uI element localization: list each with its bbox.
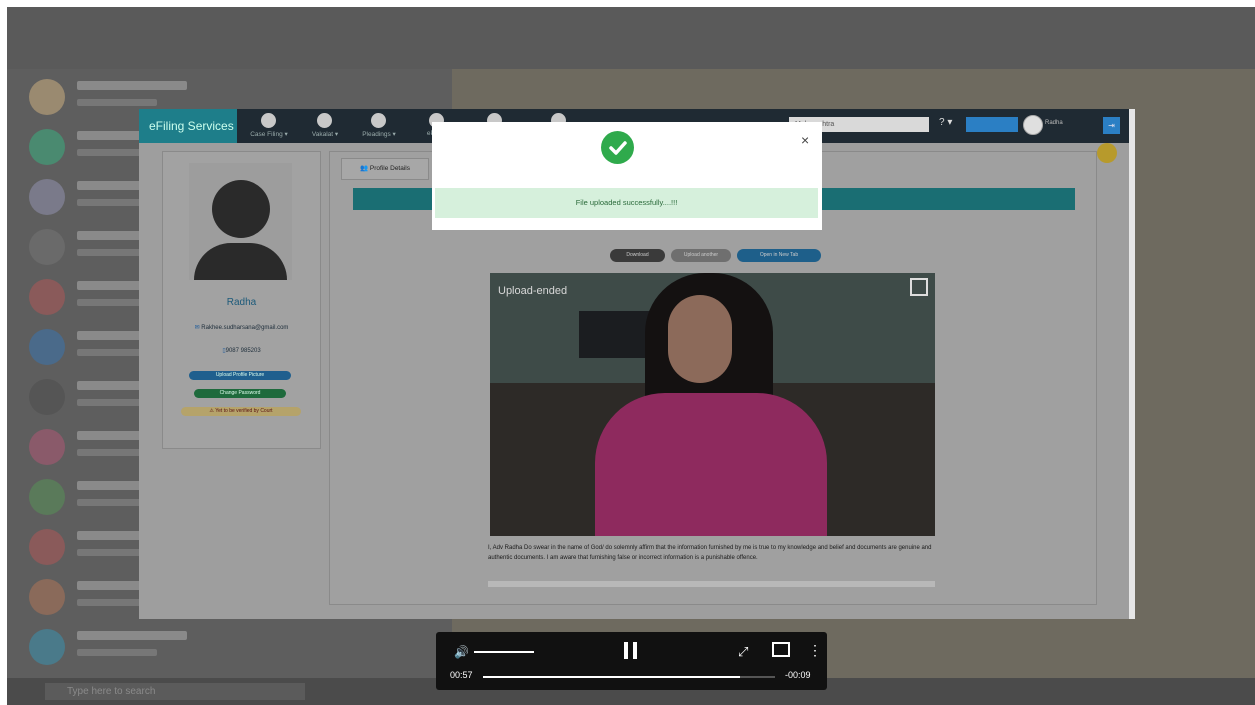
desktop-frame: eFiling Services Case Filing ▾ Vakalat ▾… xyxy=(7,7,1255,685)
open-new-tab-button[interactable]: Open in New Tab xyxy=(737,249,821,262)
pencil-icon xyxy=(261,113,276,128)
users-icon: 👥 xyxy=(359,165,370,172)
video-preview[interactable]: Upload-ended xyxy=(490,273,935,536)
profile-email: ✉ Rakhee.sudharsana@gmail.com xyxy=(194,325,289,331)
fullscreen-icon[interactable] xyxy=(910,278,928,296)
chat-app-header xyxy=(7,7,1255,69)
check-circle-icon xyxy=(601,131,634,164)
picture-in-picture-icon[interactable] xyxy=(772,642,790,657)
monitor-in-video xyxy=(579,311,651,358)
notification-badge[interactable] xyxy=(1097,143,1117,163)
file-icon xyxy=(371,113,386,128)
vertical-scrollbar[interactable] xyxy=(1129,109,1135,619)
user-name[interactable]: Radha xyxy=(1045,120,1063,126)
expand-icon[interactable]: ⤢ xyxy=(738,644,748,660)
nav-vakalat[interactable]: Vakalat ▾ xyxy=(295,109,355,143)
upload-another-button[interactable]: Upload another xyxy=(671,249,731,262)
profile-avatar xyxy=(189,163,292,280)
pause-button[interactable] xyxy=(624,642,638,660)
video-player-controls: 🔊 ⤢ ⋮ 00:57 -00:09 xyxy=(436,632,827,690)
profile-phone: ▯9087 985203 xyxy=(222,348,261,354)
upload-success-dialog: × File uploaded successfully....!!! xyxy=(432,122,822,230)
video-status-label: Upload-ended xyxy=(498,285,568,297)
seek-bar[interactable] xyxy=(483,676,775,678)
seek-bar-fill xyxy=(483,676,740,678)
horizontal-scrollbar[interactable] xyxy=(488,581,935,587)
declaration-text: I, Adv Radha Do swear in the name of God… xyxy=(488,545,932,561)
user-silhouette-icon xyxy=(212,180,270,238)
remaining-time: -00:09 xyxy=(785,670,811,680)
avatar[interactable] xyxy=(1023,115,1043,135)
profile-card: Radha ✉ Rakhee.sudharsana@gmail.com ▯908… xyxy=(162,151,321,449)
current-time: 00:57 xyxy=(450,670,473,680)
language-button[interactable] xyxy=(966,117,1018,132)
efiling-brand[interactable]: eFiling Services xyxy=(139,109,237,143)
download-button[interactable]: Download xyxy=(610,249,665,262)
chat-list-item[interactable] xyxy=(21,625,441,669)
close-button[interactable]: × xyxy=(801,132,809,148)
taskbar-search[interactable]: Type here to search xyxy=(45,683,305,700)
verification-status-badge: ⚠ Yet to be verified by Court xyxy=(181,407,301,416)
success-message: File uploaded successfully....!!! xyxy=(435,188,818,218)
nav-case-filing[interactable]: Case Filing ▾ xyxy=(239,109,299,143)
logout-button[interactable]: ⇥ xyxy=(1103,117,1120,134)
change-password-button[interactable]: Change Password xyxy=(194,389,286,398)
help-menu[interactable]: ? ▾ xyxy=(939,117,952,128)
document-icon xyxy=(317,113,332,128)
upload-profile-picture-button[interactable]: Upload Profile Picture xyxy=(189,371,291,380)
volume-icon[interactable]: 🔊 xyxy=(454,645,469,659)
more-options-icon[interactable]: ⋮ xyxy=(808,642,822,659)
profile-name: Radha xyxy=(226,297,257,308)
nav-pleadings[interactable]: Pleadings ▾ xyxy=(349,109,409,143)
volume-slider[interactable] xyxy=(474,651,534,653)
tab-profile-details[interactable]: 👥 Profile Details xyxy=(341,158,429,180)
